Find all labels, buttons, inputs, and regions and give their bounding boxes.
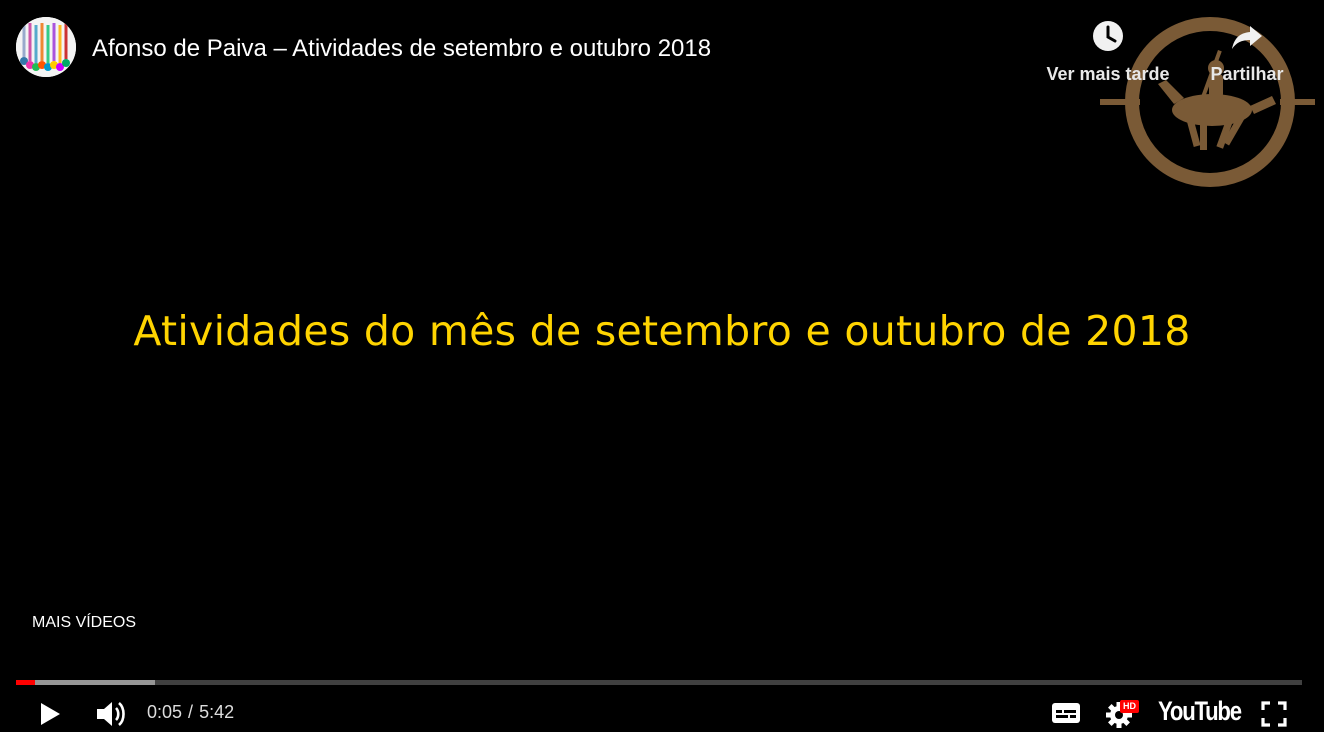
- duration: 5:42: [199, 702, 235, 722]
- current-time: 0:05: [147, 702, 183, 722]
- watch-later-button[interactable]: Ver mais tarde: [1040, 18, 1176, 98]
- video-player[interactable]: Afonso de Paiva – Atividades de setembro…: [0, 0, 1324, 732]
- channel-avatar[interactable]: [16, 17, 76, 77]
- progress-bar[interactable]: [16, 680, 1302, 685]
- control-bar: 0:05/5:42 HD YouTube: [0, 690, 1324, 732]
- captions-icon[interactable]: [1050, 699, 1082, 727]
- watch-later-label: Ver mais tarde: [1046, 64, 1170, 84]
- hd-badge: HD: [1120, 700, 1139, 713]
- fullscreen-icon[interactable]: [1258, 698, 1290, 730]
- video-title[interactable]: Afonso de Paiva – Atividades de setembro…: [92, 34, 711, 64]
- clock-icon: [1093, 21, 1123, 51]
- volume-icon[interactable]: [93, 696, 129, 732]
- avatar-image: [16, 17, 76, 77]
- share-arrow-icon: [1232, 26, 1262, 49]
- youtube-logo[interactable]: YouTube: [1158, 696, 1242, 727]
- progress-buffered: [16, 680, 155, 685]
- share-label: Partilhar: [1210, 64, 1284, 84]
- more-videos-button[interactable]: MAIS VÍDEOS: [32, 614, 136, 632]
- progress-played: [16, 680, 36, 685]
- time-separator: /: [188, 702, 194, 722]
- play-icon[interactable]: [34, 698, 66, 730]
- time-display: 0:05/5:42: [147, 702, 234, 723]
- share-button[interactable]: Partilhar: [1200, 18, 1294, 98]
- slide-heading: Atividades do mês de setembro e outubro …: [133, 307, 1191, 355]
